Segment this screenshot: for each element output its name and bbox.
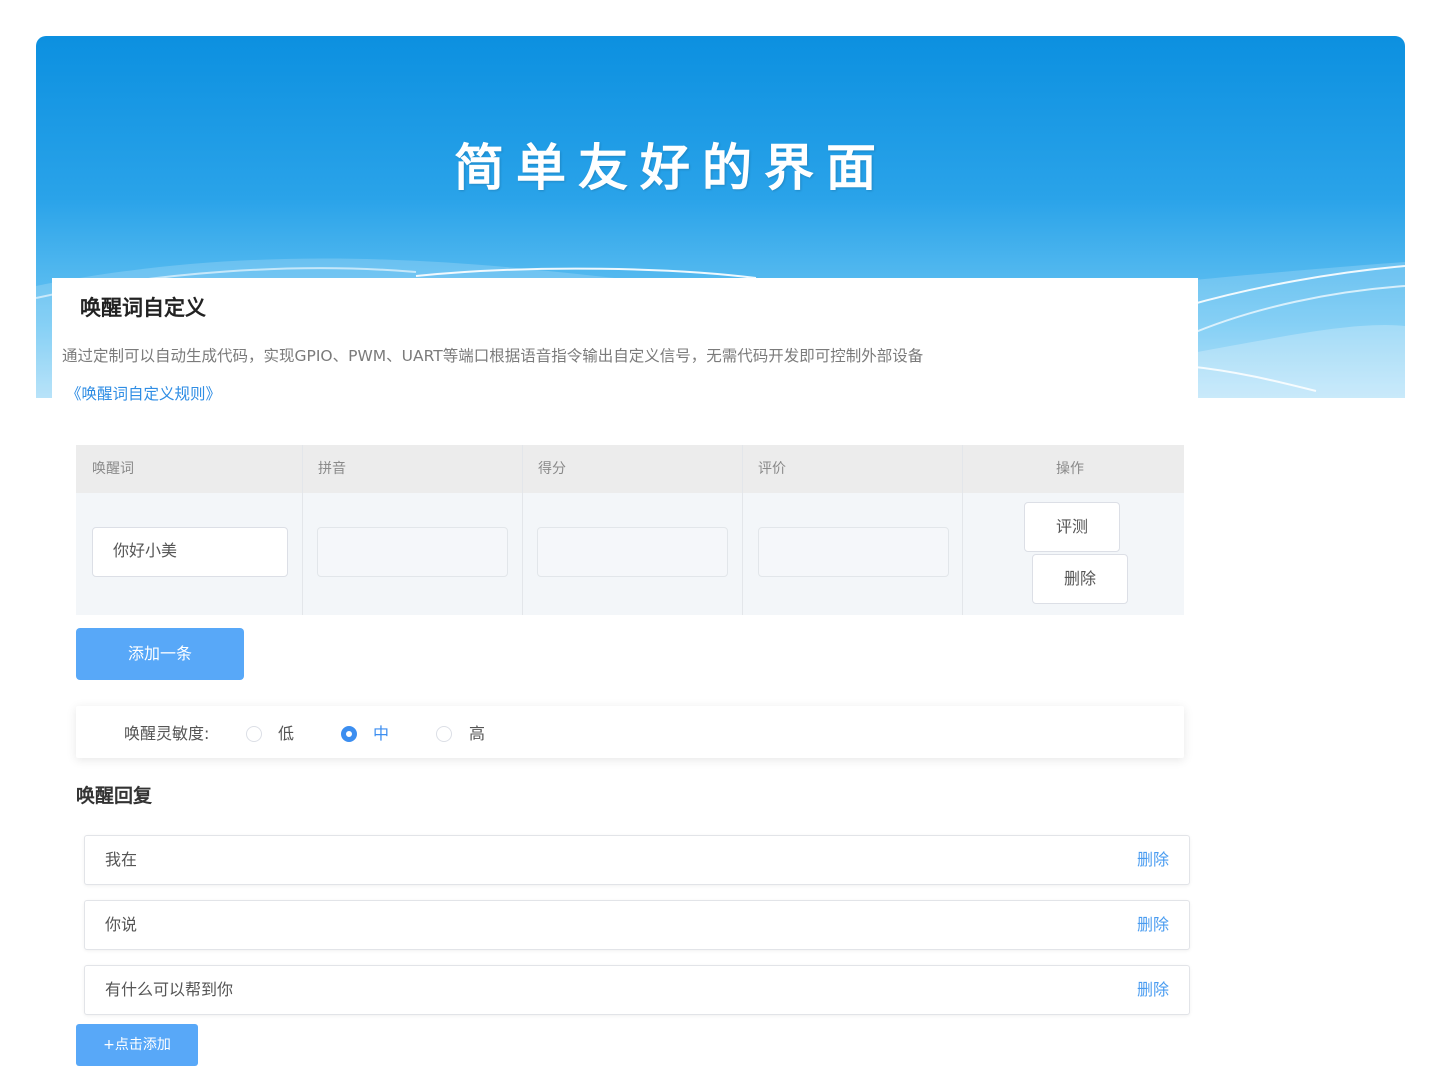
column-header-wake-word: 唤醒词 <box>92 461 134 477</box>
reply-text[interactable]: 有什么可以帮到你 <box>105 966 233 1014</box>
radio-medium-label[interactable]: 中 <box>373 706 389 762</box>
reply-section-title: 唤醒回复 <box>76 785 153 807</box>
slide: 简单友好的界面 唤醒词自定义 通过定制可以自动生成代码，实现GPIO、PWM、U… <box>0 0 1440 1080</box>
add-reply-button[interactable]: +点击添加 <box>76 1024 198 1066</box>
reply-delete-link[interactable]: 删除 <box>1137 901 1169 949</box>
column-divider <box>302 445 303 615</box>
reply-text[interactable]: 你说 <box>105 901 137 949</box>
radio-low-label[interactable]: 低 <box>278 706 294 762</box>
radio-low[interactable] <box>246 726 262 742</box>
reply-text[interactable]: 我在 <box>105 836 137 884</box>
column-header-pinyin: 拼音 <box>318 461 346 477</box>
rule-link[interactable]: 《唤醒词自定义规则》 <box>66 382 221 404</box>
sensitivity-selector: 唤醒灵敏度: 低 中 高 <box>76 706 1184 758</box>
column-header-evaluation: 评价 <box>758 461 786 477</box>
table-header: 唤醒词 拼音 得分 评价 操作 <box>76 445 1184 493</box>
radio-high-label[interactable]: 高 <box>469 706 485 762</box>
slide-title: 简单友好的界面 <box>454 138 888 197</box>
wake-word-panel: 唤醒词自定义 通过定制可以自动生成代码，实现GPIO、PWM、UART等端口根据… <box>52 278 1198 1080</box>
reply-item: 我在 删除 <box>84 835 1190 885</box>
column-header-action: 操作 <box>1056 461 1084 477</box>
panel-title: 唤醒词自定义 <box>80 296 206 320</box>
add-row-button[interactable]: 添加一条 <box>76 628 244 680</box>
reply-item: 你说 删除 <box>84 900 1190 950</box>
delete-row-button[interactable]: 删除 <box>1032 554 1128 604</box>
wake-word-table: 唤醒词 拼音 得分 评价 操作 你好小美 评测 删除 <box>76 445 1184 615</box>
pinyin-field[interactable] <box>317 527 508 577</box>
column-header-score: 得分 <box>538 461 566 477</box>
reply-item: 有什么可以帮到你 删除 <box>84 965 1190 1015</box>
panel-description: 通过定制可以自动生成代码，实现GPIO、PWM、UART等端口根据语音指令输出自… <box>62 347 924 365</box>
wake-word-input[interactable]: 你好小美 <box>92 527 288 577</box>
column-divider <box>962 445 963 615</box>
reply-delete-link[interactable]: 删除 <box>1137 966 1169 1014</box>
evaluate-button[interactable]: 评测 <box>1024 502 1120 552</box>
score-field[interactable] <box>537 527 728 577</box>
evaluation-field[interactable] <box>758 527 949 577</box>
column-divider <box>522 445 523 615</box>
radio-medium[interactable] <box>341 726 357 742</box>
sensitivity-label: 唤醒灵敏度: <box>124 724 210 743</box>
column-divider <box>742 445 743 615</box>
radio-high[interactable] <box>436 726 452 742</box>
reply-delete-link[interactable]: 删除 <box>1137 836 1169 884</box>
